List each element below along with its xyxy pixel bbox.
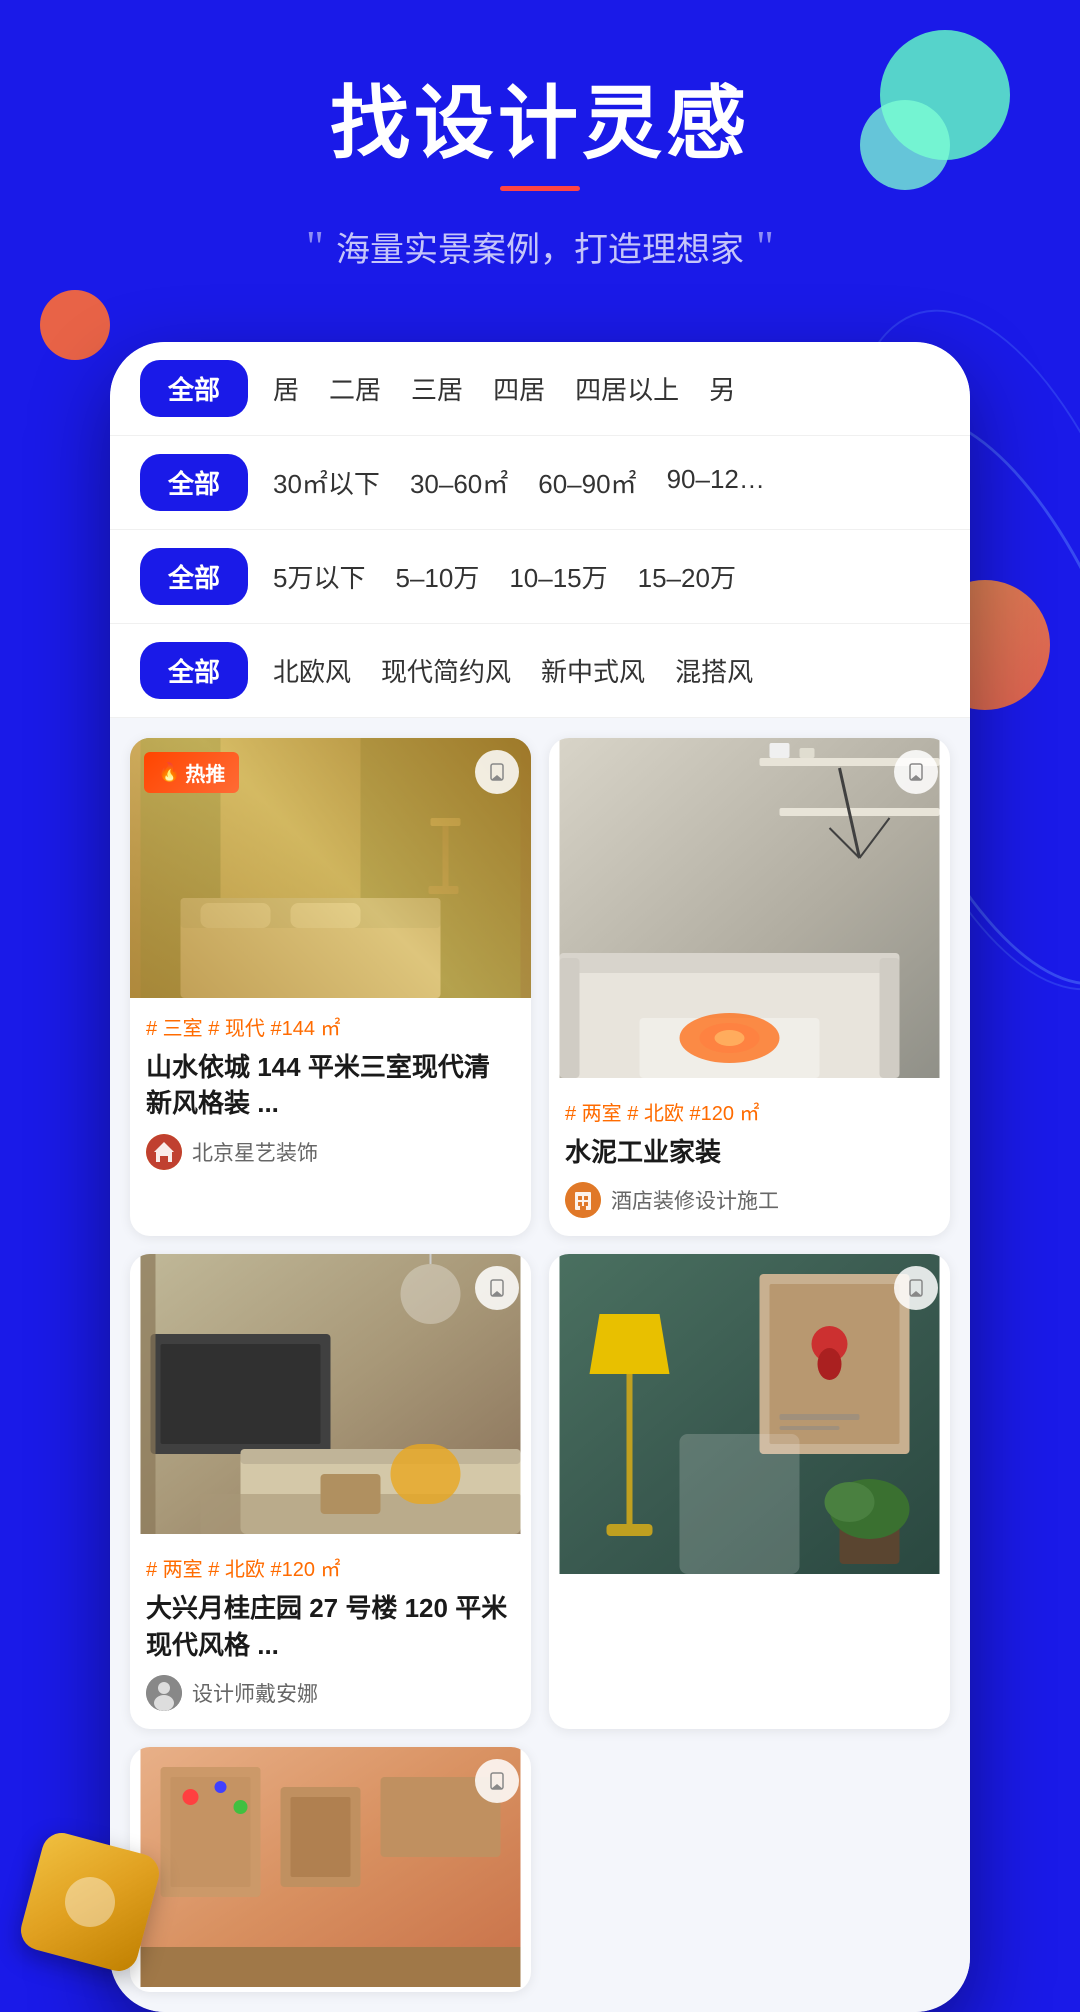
filter-tags-room-type: 居 二居 三居 四居 四居以上 另 (273, 370, 940, 407)
card2-author-avatar (565, 1182, 601, 1218)
card5-image (130, 1747, 531, 1992)
filter-area-90-120[interactable]: 90–12… (667, 464, 765, 501)
masonry-grid: 🔥 热推 # 三室 # 现代 #144 ㎡ 山水依城 144 平米三室现代清新风… (130, 738, 950, 1992)
card2-title: 水泥工业家装 (565, 1134, 934, 1170)
card3-title: 大兴月桂庄园 27 号楼 120 平米现代风格 ... (146, 1590, 515, 1663)
card1-tags: # 三室 # 现代 #144 ㎡ (146, 1012, 515, 1041)
hot-badge: 🔥 热推 (144, 752, 239, 793)
card3-image (130, 1254, 531, 1539)
card2-author: 酒店装修设计施工 (565, 1182, 934, 1218)
card2-body: # 两室 # 北欧 #120 ㎡ 水泥工业家装 (549, 1083, 950, 1236)
filter-tag-2ju[interactable]: 二居 (329, 370, 381, 407)
card5-image-wrapper (130, 1747, 531, 1992)
filter-budget-5-10[interactable]: 5–10万 (395, 558, 479, 595)
filter-budget-10-15[interactable]: 10–15万 (509, 558, 607, 595)
fire-icon: 🔥 (158, 762, 180, 783)
card4-image (549, 1254, 950, 1579)
phone-container: 全部 居 二居 三居 四居 四居以上 另 全部 30㎡以下 30–60㎡ 60–… (110, 342, 970, 2012)
gold-box-inner (59, 1872, 120, 1933)
filter-tag-1ju[interactable]: 居 (273, 370, 299, 407)
card1-body: # 三室 # 现代 #144 ㎡ 山水依城 144 平米三室现代清新风格装 ..… (130, 998, 531, 1188)
quote-open-icon: " (306, 221, 324, 272)
card3-tags: # 两室 # 北欧 #120 ㎡ (146, 1553, 515, 1582)
card3-author: 设计师戴安娜 (146, 1675, 515, 1711)
filter-all-budget[interactable]: 全部 (140, 548, 248, 605)
card1-title: 山水依城 144 平米三室现代清新风格装 ... (146, 1049, 515, 1122)
listing-card-2[interactable]: # 两室 # 北欧 #120 ㎡ 水泥工业家装 (549, 738, 950, 1236)
bottom-gold-decoration (30, 1842, 150, 1962)
filter-row-budget: 全部 5万以下 5–10万 10–15万 15–20万 (110, 530, 970, 624)
filter-area-30below[interactable]: 30㎡以下 (273, 464, 380, 501)
filter-tags-budget: 5万以下 5–10万 10–15万 15–20万 (273, 558, 940, 595)
header-subtitle: " 海量实景案例，打造理想家 " (40, 221, 1040, 272)
filter-tag-3ju[interactable]: 三居 (411, 370, 463, 407)
gold-box (17, 1829, 164, 1976)
listing-card-1[interactable]: 🔥 热推 # 三室 # 现代 #144 ㎡ 山水依城 144 平米三室现代清新风… (130, 738, 531, 1236)
card5-bookmark[interactable] (475, 1759, 519, 1803)
filter-style-mixed[interactable]: 混搭风 (675, 652, 753, 689)
filter-section: 全部 居 二居 三居 四居 四居以上 另 全部 30㎡以下 30–60㎡ 60–… (110, 342, 970, 718)
filter-tag-4ju[interactable]: 四居 (493, 370, 545, 407)
card1-image-wrapper: 🔥 热推 (130, 738, 531, 998)
hot-badge-text: 热推 (185, 758, 225, 787)
listing-card-4[interactable] (549, 1254, 950, 1729)
header: 找设计灵感 " 海量实景案例，打造理想家 " (0, 0, 1080, 312)
card2-tags: # 两室 # 北欧 #120 ㎡ (565, 1097, 934, 1126)
filter-all-area[interactable]: 全部 (140, 454, 248, 511)
listing-card-5[interactable] (130, 1747, 531, 1992)
filter-all-style[interactable]: 全部 (140, 642, 248, 699)
card4-image-wrapper (549, 1254, 950, 1579)
page-title: 找设计灵感 (40, 80, 1040, 168)
card2-image (549, 738, 950, 1083)
filter-style-nordic[interactable]: 北欧风 (273, 652, 351, 689)
card1-author-name: 北京星艺装饰 (192, 1137, 318, 1167)
filter-style-modern[interactable]: 现代简约风 (381, 652, 511, 689)
filter-budget-5below[interactable]: 5万以下 (273, 558, 365, 595)
filter-row-area: 全部 30㎡以下 30–60㎡ 60–90㎡ 90–12… (110, 436, 970, 530)
subtitle-text: 海量实景案例，打造理想家 (336, 222, 744, 271)
card3-image-wrapper (130, 1254, 531, 1539)
filter-area-60-90[interactable]: 60–90㎡ (538, 464, 636, 501)
filter-tag-more[interactable]: 另 (709, 370, 735, 407)
filter-tag-4juplus[interactable]: 四居以上 (575, 370, 679, 407)
card2-bookmark[interactable] (894, 750, 938, 794)
filter-style-chinese[interactable]: 新中式风 (541, 652, 645, 689)
filter-budget-15-20[interactable]: 15–20万 (638, 558, 736, 595)
card2-author-name: 酒店装修设计施工 (611, 1185, 779, 1215)
card1-author-avatar (146, 1134, 182, 1170)
listing-card-3[interactable]: # 两室 # 北欧 #120 ㎡ 大兴月桂庄园 27 号楼 120 平米现代风格… (130, 1254, 531, 1729)
card1-author: 北京星艺装饰 (146, 1134, 515, 1170)
filter-tags-area: 30㎡以下 30–60㎡ 60–90㎡ 90–12… (273, 464, 940, 501)
filter-row-room-type: 全部 居 二居 三居 四居 四居以上 另 (110, 342, 970, 436)
filter-all-room-type[interactable]: 全部 (140, 360, 248, 417)
title-underline (500, 186, 580, 191)
filter-tags-style: 北欧风 现代简约风 新中式风 混搭风 (273, 652, 940, 689)
filter-row-style: 全部 北欧风 现代简约风 新中式风 混搭风 (110, 624, 970, 718)
card1-bookmark[interactable] (475, 750, 519, 794)
card3-body: # 两室 # 北欧 #120 ㎡ 大兴月桂庄园 27 号楼 120 平米现代风格… (130, 1539, 531, 1729)
card3-author-avatar (146, 1675, 182, 1711)
content-area: 🔥 热推 # 三室 # 现代 #144 ㎡ 山水依城 144 平米三室现代清新风… (110, 718, 970, 2012)
quote-close-icon: " (756, 221, 774, 272)
filter-area-30-60[interactable]: 30–60㎡ (410, 464, 508, 501)
card2-image-wrapper (549, 738, 950, 1083)
card3-author-name: 设计师戴安娜 (192, 1678, 318, 1708)
